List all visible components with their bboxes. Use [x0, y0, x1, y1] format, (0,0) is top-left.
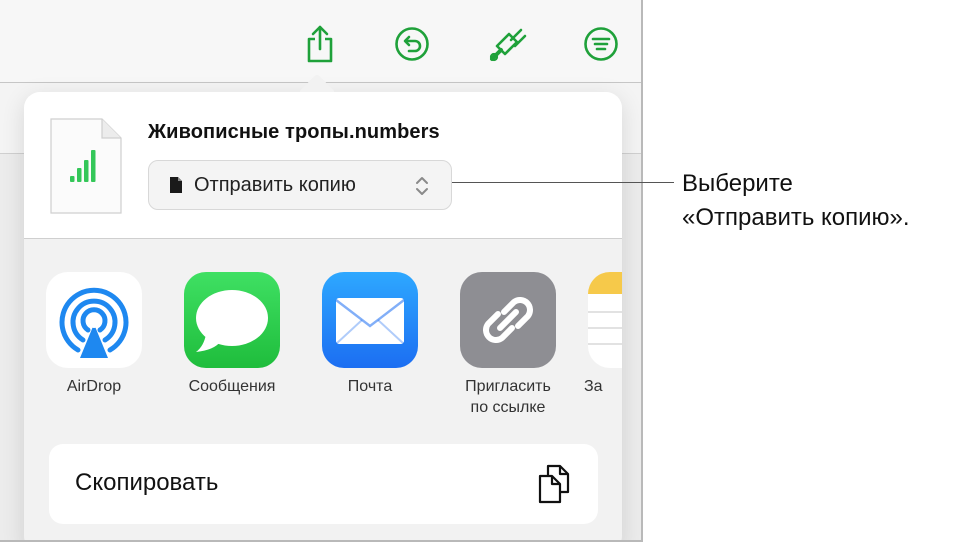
send-copy-selector[interactable]: Отправить копию: [148, 160, 452, 210]
link-tile: [460, 272, 556, 368]
share-apps-row: AirDrop Сообщения Почта Пригласить по сс…: [24, 239, 622, 439]
format-brush-icon: [489, 28, 527, 62]
notes-tile: [588, 272, 622, 368]
copy-icon: [538, 464, 570, 504]
copy-action-row[interactable]: Скопировать: [49, 444, 598, 524]
mail-tile: [322, 272, 418, 368]
callout-line-2: «Отправить копию».: [682, 204, 910, 231]
document-icon: [170, 177, 182, 193]
mail-icon: [335, 298, 405, 345]
send-copy-label: Отправить копию: [194, 173, 356, 196]
toolbar: [0, 0, 641, 83]
callout-leader-line: [452, 182, 674, 183]
airdrop-icon: [59, 287, 129, 358]
app-label: Сообщения: [188, 378, 276, 395]
file-name: Живописные тропы.numbers: [148, 121, 440, 143]
app-label: За: [584, 378, 603, 395]
app-label: Пригласить по ссылке: [465, 378, 551, 416]
messages-icon: [196, 290, 268, 352]
app-invite-link[interactable]: Пригласить по ссылке: [448, 272, 568, 418]
undo-button[interactable]: [392, 22, 432, 66]
app-mail[interactable]: Почта: [310, 272, 430, 397]
organize-icon: [584, 27, 618, 61]
app-airdrop[interactable]: AirDrop: [34, 272, 154, 397]
app-window: Живописные тропы.numbers Отправить копию: [0, 0, 643, 542]
share-button[interactable]: [300, 22, 340, 66]
callout-line-1: Выберите: [682, 170, 793, 197]
app-messages[interactable]: Сообщения: [172, 272, 292, 397]
notes-icon: [588, 272, 622, 345]
format-button[interactable]: [487, 22, 527, 66]
share-icon: [307, 25, 333, 63]
messages-tile: [184, 272, 280, 368]
app-label: Почта: [347, 378, 393, 395]
undo-icon: [395, 27, 429, 61]
app-notes[interactable]: За: [576, 272, 622, 397]
link-icon: [483, 297, 533, 343]
app-label: AirDrop: [66, 378, 122, 395]
callout-text: Выберите «Отправить копию».: [682, 167, 910, 235]
organize-button[interactable]: [581, 22, 621, 66]
numbers-document-icon: [50, 118, 122, 214]
airdrop-tile: [46, 272, 142, 368]
copy-label: Скопировать: [75, 469, 219, 496]
chevron-updown-icon: [416, 177, 428, 195]
